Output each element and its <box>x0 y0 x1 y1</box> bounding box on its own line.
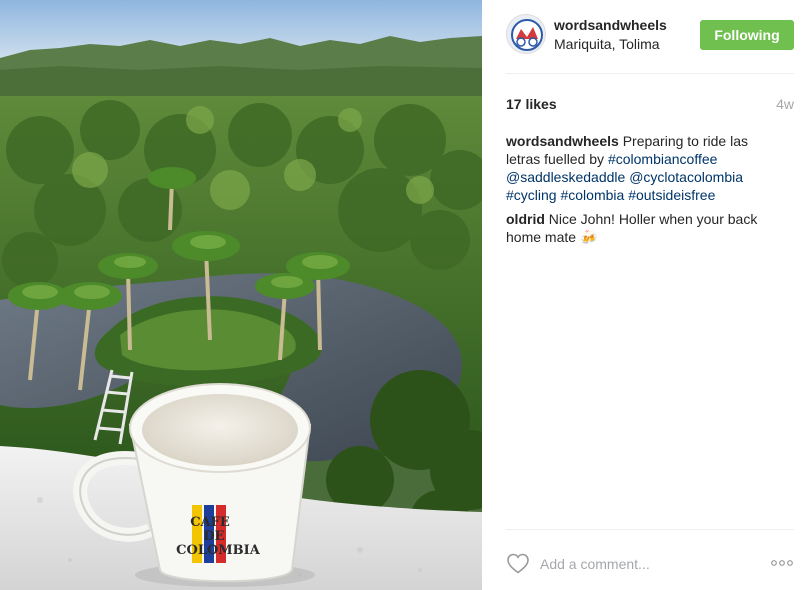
post-time[interactable]: 4w <box>776 96 794 112</box>
mug-text-line1: CAFE <box>190 515 230 530</box>
comments-list: wordsandwheels Preparing to ride las let… <box>506 132 786 252</box>
hashtag-link[interactable]: #colombia <box>560 187 624 203</box>
hashtag-link[interactable]: #colombiancoffee <box>608 151 717 167</box>
comment-item: oldrid Nice John! Holler when your back … <box>506 210 786 246</box>
beer-emoji: 🍻 <box>579 229 598 245</box>
post-footer <box>506 548 794 578</box>
mug-text-line2: DE <box>203 529 224 544</box>
divider <box>506 73 794 74</box>
mention-link[interactable]: @saddleskedaddle <box>506 169 625 185</box>
heart-icon[interactable] <box>506 552 530 574</box>
caption-username[interactable]: wordsandwheels <box>506 133 619 149</box>
divider <box>506 529 794 530</box>
post-side-panel: wordsandwheels Mariquita, Tolima Followi… <box>482 0 812 590</box>
post-photo[interactable]: CAFE DE COLOMBIA <box>0 0 482 590</box>
post-header: wordsandwheels Mariquita, Tolima Followi… <box>506 14 794 56</box>
author-location[interactable]: Mariquita, Tolima <box>554 36 660 52</box>
hashtag-link[interactable]: #cycling <box>506 187 557 203</box>
likes-count[interactable]: 17 likes <box>506 96 557 112</box>
comment-username[interactable]: oldrid <box>506 211 545 227</box>
following-button[interactable]: Following <box>700 20 794 50</box>
hashtag-link[interactable]: #outsideisfree <box>628 187 715 203</box>
more-options-icon[interactable] <box>770 556 794 570</box>
comment-input[interactable] <box>540 553 760 575</box>
caption: wordsandwheels Preparing to ride las let… <box>506 132 786 204</box>
mention-link[interactable]: @cyclotacolombia <box>629 169 743 185</box>
avatar[interactable] <box>506 14 546 54</box>
author-username[interactable]: wordsandwheels <box>554 17 667 33</box>
mug-text-line3: COLOMBIA <box>176 543 261 558</box>
